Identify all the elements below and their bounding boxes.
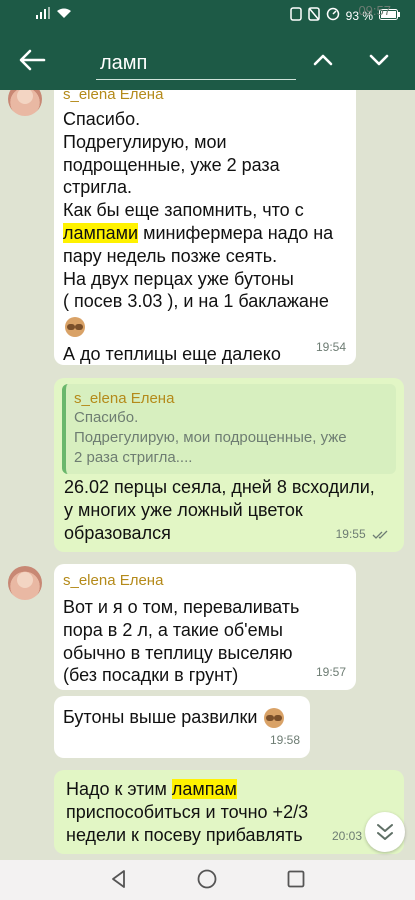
message-bubble[interactable]: s_elena Елена Спасибо. Подрегулирую, мои…: [54, 90, 356, 365]
nfc-icon: [289, 7, 302, 24]
nav-home-button[interactable]: [196, 868, 218, 890]
status-right: 93 % 09:57: [289, 3, 401, 24]
data-saver-icon: [326, 7, 340, 24]
status-bar: 93 % 09:57: [0, 0, 415, 30]
search-input[interactable]: [96, 48, 296, 78]
chevron-up-icon: [313, 54, 333, 66]
avatar[interactable]: [8, 90, 42, 116]
message-text: Бутоны выше развилки: [63, 706, 303, 730]
scroll-to-bottom-button[interactable]: [365, 812, 405, 852]
avatar[interactable]: [8, 566, 42, 600]
nav-recents-button[interactable]: [286, 869, 306, 889]
chevron-down-icon: [369, 54, 389, 66]
square-recents-icon: [287, 870, 305, 888]
wifi-icon: [56, 7, 72, 22]
search-field[interactable]: [96, 48, 296, 80]
message-time: 19:57: [315, 665, 346, 680]
status-time: 09:57: [358, 3, 391, 18]
message-sender: s_elena Елена: [63, 572, 164, 589]
message-time: 19:54: [315, 340, 346, 355]
message-time: 19:58: [269, 733, 300, 748]
search-highlight: лампами: [63, 222, 139, 243]
reply-sender: s_elena Елена: [74, 390, 175, 407]
status-left-icons: [36, 7, 72, 22]
search-app-bar: [0, 30, 415, 90]
message-bubble[interactable]: s_elena Елена Спасибо. Подрегулирую, мои…: [54, 378, 404, 552]
message-bubble[interactable]: s_elena Елена Вот и я о том, переваливат…: [54, 564, 356, 690]
message-bubble[interactable]: Надо к этим лампам приспособиться и точн…: [54, 770, 404, 854]
chat-history[interactable]: s_elena Елена Спасибо. Подрегулирую, мои…: [0, 90, 415, 860]
message-time: 19:55: [336, 523, 390, 546]
see-no-evil-monkey-icon: [63, 315, 87, 339]
message-text: Спасибо. Подрегулирую, мои подрощенные, …: [63, 109, 334, 365]
system-navigation-bar: [0, 860, 415, 900]
message-time: 20:03: [331, 829, 362, 844]
message-bubble[interactable]: Бутоны выше развилки 19:58: [54, 696, 310, 758]
triangle-back-icon: [112, 870, 125, 888]
nav-back-button[interactable]: [108, 868, 130, 890]
reply-text: Спасибо. Подрегулирую, мои подрощенные, …: [74, 409, 347, 466]
reply-quote[interactable]: s_elena Елена Спасибо. Подрегулирую, мои…: [62, 384, 396, 474]
message-sender: s_elena Елена: [63, 90, 164, 103]
circle-home-icon: [197, 869, 217, 889]
see-no-evil-monkey-icon: [262, 706, 286, 730]
silent-icon: [307, 7, 320, 24]
signal-icon: [36, 7, 50, 22]
search-highlight: лампам: [171, 779, 237, 799]
double-chevron-down-icon: [377, 824, 393, 840]
back-button[interactable]: [14, 46, 50, 74]
arrow-left-icon: [19, 49, 46, 71]
previous-result-button[interactable]: [306, 46, 340, 74]
next-result-button[interactable]: [362, 46, 396, 74]
double-check-icon: [372, 530, 388, 539]
message-text: Вот и я о том, переваливать пора в 2 л, …: [63, 597, 300, 686]
